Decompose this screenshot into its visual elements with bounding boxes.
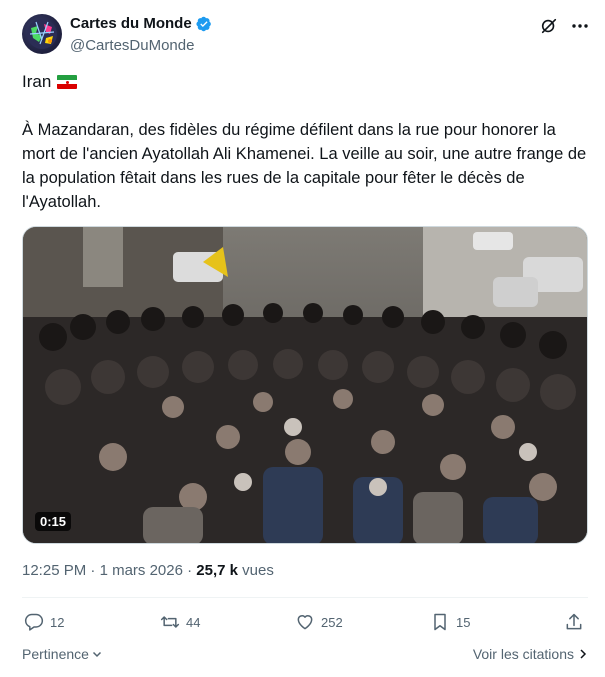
display-name[interactable]: Cartes du Monde — [70, 15, 192, 32]
tweet-time[interactable]: 12:25 PM — [22, 562, 86, 579]
reply-count: 12 — [50, 614, 65, 630]
views-count: 25,7 k — [196, 562, 239, 579]
repost-button[interactable]: 44 — [160, 612, 200, 632]
divider-top — [22, 597, 588, 598]
repost-icon — [160, 616, 180, 628]
crowd-video-thumbnail — [23, 227, 587, 543]
tweet-header: Cartes du Monde @CartesDuMonde — [22, 14, 592, 56]
quotes-label: Voir les citations — [472, 646, 574, 662]
repost-count: 44 — [186, 614, 201, 630]
reply-button[interactable]: 12 — [24, 612, 64, 632]
grok-icon[interactable] — [540, 17, 558, 35]
chevron-down-icon — [92, 651, 101, 658]
globe-map-icon — [27, 19, 57, 49]
views-label: vues — [238, 562, 274, 579]
name-line: Cartes du Monde — [70, 15, 212, 32]
video-player[interactable]: 0:15 — [22, 226, 588, 544]
replies-footer: Pertinence Voir les citations — [22, 646, 588, 666]
tweet-date[interactable]: 1 mars 2026 — [100, 562, 183, 579]
tweet-body: À Mazandaran, des fidèles du régime défi… — [22, 121, 587, 211]
sort-dropdown[interactable]: Pertinence — [22, 646, 103, 662]
meta-separator: · — [86, 562, 100, 579]
action-bar: 12 44 252 15 — [22, 612, 588, 636]
tweet-first-line: Iran — [22, 72, 78, 92]
share-icon — [566, 613, 582, 630]
heart-icon — [297, 615, 313, 630]
tweet-country-text: Iran — [22, 72, 52, 91]
verified-badge-icon — [196, 16, 211, 31]
bookmark-button[interactable]: 15 — [430, 612, 470, 632]
iran-flag-icon — [57, 75, 78, 89]
bookmark-icon — [434, 613, 446, 631]
more-options-icon[interactable] — [570, 16, 590, 36]
sort-label: Pertinence — [22, 646, 89, 662]
avatar[interactable] — [22, 14, 62, 54]
meta-separator: · — [182, 562, 197, 579]
like-button[interactable]: 252 — [295, 612, 343, 632]
reply-icon — [24, 613, 44, 631]
video-duration: 0:15 — [35, 512, 72, 531]
like-count: 252 — [321, 614, 343, 630]
bookmark-count: 15 — [456, 614, 471, 630]
view-quotes-link[interactable]: Voir les citations — [473, 646, 588, 662]
handle[interactable]: @CartesDuMonde — [70, 37, 194, 54]
share-button[interactable] — [564, 612, 584, 632]
chevron-right-icon — [580, 649, 587, 659]
tweet-meta: 12:25 PM · 1 mars 2026 · 25,7 k vues — [22, 562, 274, 579]
